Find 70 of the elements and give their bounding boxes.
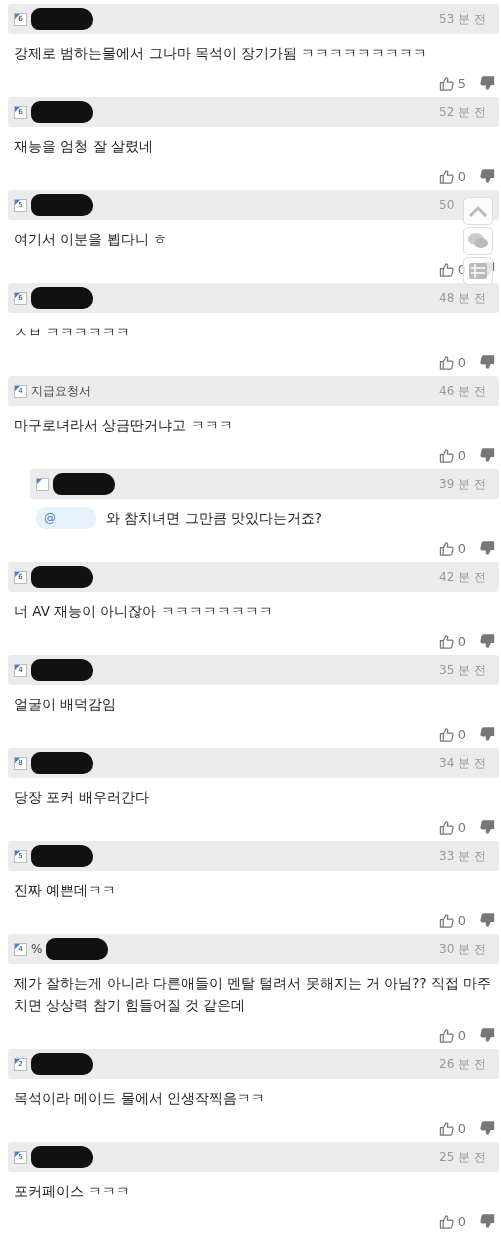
thumbs-down-icon[interactable] bbox=[480, 820, 495, 835]
comment-time: 33 분 전 bbox=[439, 848, 486, 863]
thumbs-up-icon[interactable] bbox=[438, 1028, 454, 1043]
like-count: 0 bbox=[457, 820, 466, 835]
like-count: 0 bbox=[457, 541, 466, 556]
thumbs-down-icon[interactable] bbox=[480, 76, 495, 91]
thumbs-down-icon[interactable] bbox=[480, 1121, 495, 1136]
thumbs-up-icon[interactable] bbox=[438, 169, 454, 184]
comment-time: 48 분 전 bbox=[439, 290, 486, 305]
thumbs-up-icon[interactable] bbox=[438, 355, 454, 370]
like-count: 0 bbox=[457, 1121, 466, 1136]
comment-time: 35 분 전 bbox=[439, 662, 486, 677]
comment-time: 52 분 전 bbox=[439, 104, 486, 119]
thumbs-up-icon[interactable] bbox=[438, 262, 454, 277]
like-count: 0 bbox=[457, 1028, 466, 1043]
thumbs-down-icon[interactable] bbox=[480, 448, 495, 463]
thumbs-down-icon[interactable] bbox=[480, 355, 495, 370]
comment-text: 목석이라 메이드 물에서 인생작찍음ㅋㅋ bbox=[14, 1089, 265, 1108]
thumbs-down-icon[interactable] bbox=[480, 1028, 495, 1043]
thumbs-down-icon[interactable] bbox=[480, 169, 495, 184]
thumbs-up-icon[interactable] bbox=[438, 541, 454, 556]
comment-text: 재능을 엄청 잘 살렸네 bbox=[14, 137, 153, 156]
thumbs-down-icon[interactable] bbox=[480, 634, 495, 649]
comment-text: 여기서 이분을 뵙다니 ㅎ bbox=[14, 230, 167, 249]
comment-text: 진짜 예쁜데ㅋㅋ bbox=[14, 881, 117, 900]
thumbs-down-icon[interactable] bbox=[480, 541, 495, 556]
speech-bubbles-icon bbox=[467, 232, 489, 250]
comment-time: 42 분 전 bbox=[439, 569, 486, 584]
like-count: 0 bbox=[457, 913, 466, 928]
comment-time: 34 분 전 bbox=[439, 755, 486, 770]
username[interactable]: % bbox=[31, 942, 43, 956]
comment-time: 25 분 전 bbox=[439, 1149, 486, 1164]
like-count: 0 bbox=[457, 448, 466, 463]
thumbs-down-icon[interactable] bbox=[480, 1214, 495, 1229]
thumbs-down-icon[interactable] bbox=[480, 913, 495, 928]
comment-text: 강제로 범하는물에서 그나마 목석이 장기가됨 ㅋㅋㅋㅋㅋㅋㅋㅋㅋ bbox=[14, 44, 428, 63]
comment-text: 얼굴이 배덕감임 bbox=[14, 695, 117, 714]
caret-up-icon bbox=[468, 205, 488, 217]
comment-time: 39 분 전 bbox=[439, 476, 486, 491]
comment-time: 53 분 전 bbox=[439, 11, 486, 26]
comment-time: 50 bbox=[439, 198, 455, 212]
comment-text: 당장 포커 배우러간다 bbox=[14, 788, 149, 807]
thumbs-down-icon[interactable] bbox=[480, 727, 495, 742]
comment-text: 제가 잘하는게 아니라 다른애들이 멘탈 털려서 못해지는 거 아님?? 직접 마주치면 상상력 참기 힘들어질 것 같은데 bbox=[14, 974, 493, 1015]
thumbs-up-icon[interactable] bbox=[438, 1121, 454, 1136]
like-count: 0 bbox=[457, 169, 466, 184]
like-count: 0 bbox=[457, 1214, 466, 1229]
like-count: 0 bbox=[457, 727, 466, 742]
comment-text: 포커페이스 ㅋㅋㅋ bbox=[14, 1182, 131, 1201]
comment-time: 30 분 전 bbox=[439, 941, 486, 956]
comment-time: 46 분 전 bbox=[439, 383, 486, 398]
thumbs-up-icon[interactable] bbox=[438, 1214, 454, 1229]
username[interactable]: 지급요청서 bbox=[31, 382, 91, 400]
thumbs-up-icon[interactable] bbox=[438, 820, 454, 835]
thumbs-up-icon[interactable] bbox=[438, 913, 454, 928]
comment-time: 26 분 전 bbox=[439, 1056, 486, 1071]
like-count: 0 bbox=[457, 355, 466, 370]
thumbs-up-icon[interactable] bbox=[438, 448, 454, 463]
thumbs-up-icon[interactable] bbox=[438, 76, 454, 91]
list-icon bbox=[469, 263, 487, 279]
thumbs-up-icon[interactable] bbox=[438, 727, 454, 742]
like-count: 5 bbox=[457, 76, 466, 91]
comment-text: ㅅㅂ ㅋㅋㅋㅋㅋㅋ bbox=[14, 323, 131, 342]
level-badge bbox=[36, 477, 49, 491]
comment-text: 마구로녀라서 상금딴거냐고 ㅋㅋㅋ bbox=[14, 416, 233, 435]
like-count: 0 bbox=[457, 634, 466, 649]
thumbs-up-icon[interactable] bbox=[438, 634, 454, 649]
comment-text: 와 참치녀면 그만큼 맛있다는거죠? bbox=[106, 509, 323, 528]
mention-tag[interactable]: @ bbox=[36, 507, 96, 529]
comment-text: 너 AV 재능이 아니잖아 ㅋㅋㅋㅋㅋㅋㅋㅋ bbox=[14, 602, 273, 621]
